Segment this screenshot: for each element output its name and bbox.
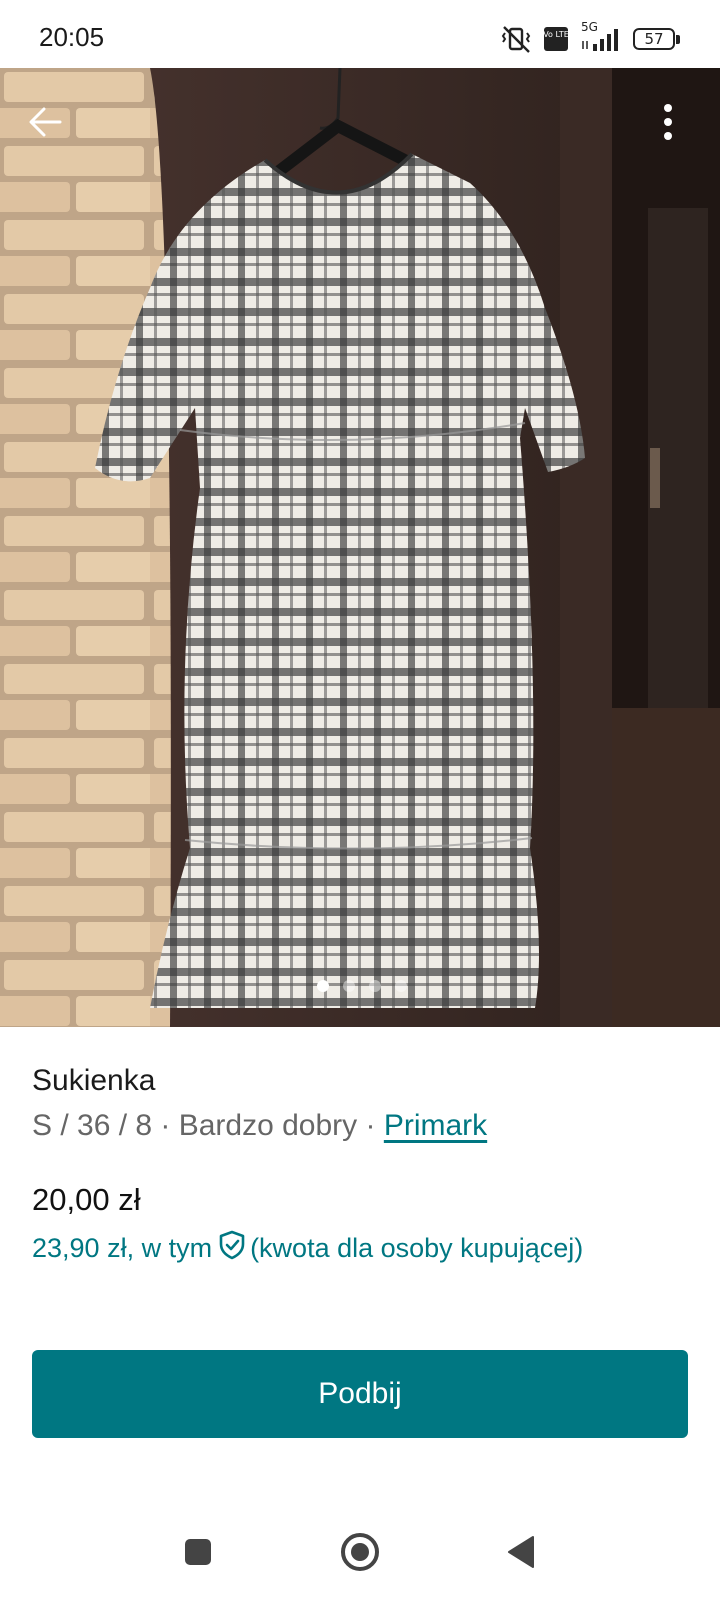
buyer-price-note: (kwota dla osoby kupującej) bbox=[250, 1233, 584, 1263]
item-title: Sukienka bbox=[32, 1064, 156, 1097]
back-button[interactable] bbox=[24, 100, 68, 144]
svg-text:Vo LTE: Vo LTE bbox=[543, 30, 569, 39]
gallery-dot[interactable] bbox=[395, 980, 407, 992]
signal-icon: 5G bbox=[579, 20, 623, 53]
status-bar: 20:05 Vo LTE 5G 57 bbox=[0, 0, 720, 68]
item-photo-gallery[interactable] bbox=[0, 68, 720, 1027]
volte-icon: Vo LTE bbox=[543, 26, 569, 52]
item-size-condition: S / 36 / 8 · Bardzo dobry · bbox=[32, 1109, 384, 1142]
gallery-dot[interactable] bbox=[343, 980, 355, 992]
buyer-protection-price[interactable]: 23,90 zł, w tym (kwota dla osoby kupując… bbox=[32, 1230, 583, 1267]
network-label: 5G bbox=[581, 20, 598, 34]
more-vertical-icon bbox=[664, 104, 672, 140]
vibrate-off-icon bbox=[499, 25, 533, 53]
system-nav-bar bbox=[0, 1500, 720, 1600]
gallery-pagination bbox=[0, 980, 720, 992]
circle-home-icon bbox=[341, 1533, 379, 1571]
more-options-button[interactable] bbox=[656, 100, 680, 148]
item-price: 20,00 zł bbox=[32, 1182, 141, 1217]
dress-photo bbox=[0, 68, 720, 1027]
buyer-price-total: 23,90 zł, w tym bbox=[32, 1233, 213, 1263]
home-button[interactable] bbox=[338, 1530, 382, 1574]
bump-button[interactable]: Podbij bbox=[32, 1350, 688, 1438]
gallery-dot[interactable] bbox=[369, 980, 381, 992]
item-meta: S / 36 / 8 · Bardzo dobry · Primark bbox=[32, 1109, 487, 1143]
square-recents-icon bbox=[185, 1539, 211, 1565]
status-time: 20:05 bbox=[39, 22, 105, 52]
arrow-left-icon bbox=[29, 107, 62, 137]
back-nav-button[interactable] bbox=[500, 1530, 544, 1574]
status-icons: Vo LTE 5G 57 bbox=[499, 20, 680, 54]
triangle-back-icon bbox=[508, 1536, 534, 1568]
shield-check-icon[interactable] bbox=[218, 1230, 246, 1267]
brand-link[interactable]: Primark bbox=[384, 1109, 487, 1142]
gallery-dot[interactable] bbox=[317, 980, 329, 992]
battery-level: 57 bbox=[633, 28, 675, 50]
recents-button[interactable] bbox=[176, 1530, 220, 1574]
battery-icon: 57 bbox=[633, 28, 680, 50]
